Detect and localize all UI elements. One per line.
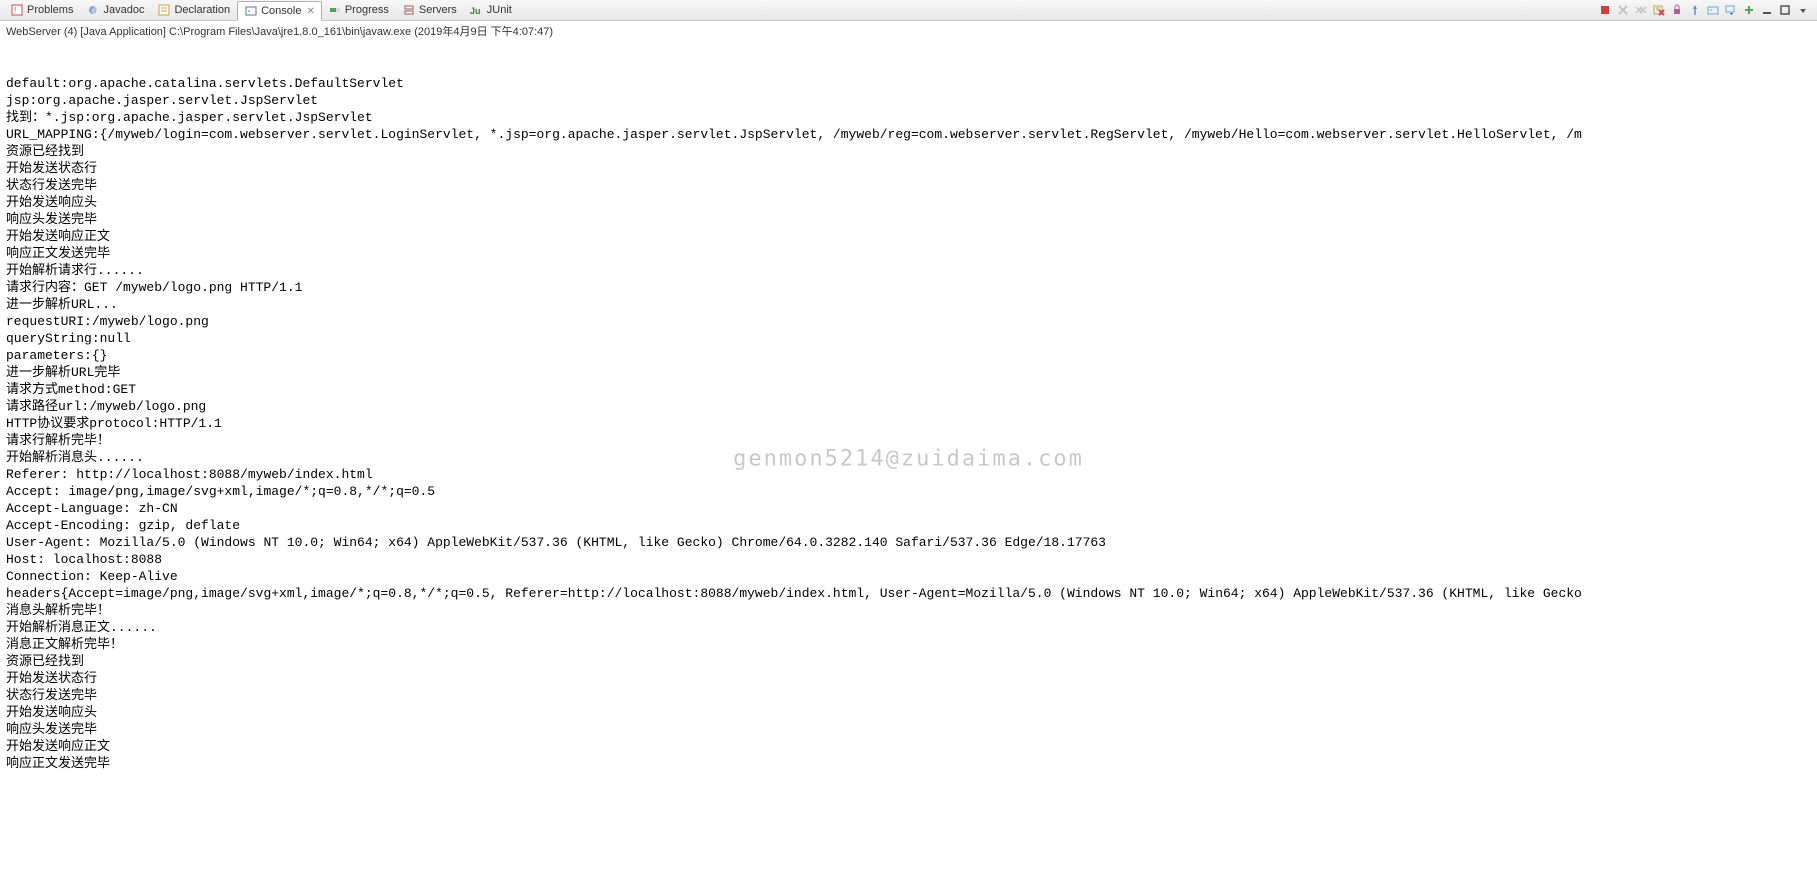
javadoc-icon: @ bbox=[86, 3, 100, 17]
scroll-lock-icon[interactable] bbox=[1669, 2, 1685, 18]
tab-problems[interactable]: ! Problems bbox=[4, 1, 80, 19]
close-icon[interactable]: ✕ bbox=[306, 6, 314, 17]
tab-junit[interactable]: Ju JUnit bbox=[464, 1, 519, 19]
launch-timestamp: (2019年4月9日 下午4:07:47) bbox=[414, 26, 553, 38]
tab-label: JUnit bbox=[487, 4, 512, 16]
eclipse-console-view: ! Problems @ Javadoc Declaration Console… bbox=[0, 0, 1817, 877]
junit-icon: Ju bbox=[470, 3, 484, 17]
console-output[interactable]: default:org.apache.catalina.servlets.Def… bbox=[0, 41, 1817, 877]
tab-label: Progress bbox=[345, 4, 389, 16]
console-icon bbox=[244, 4, 258, 18]
tab-label: Declaration bbox=[174, 4, 230, 16]
progress-icon bbox=[328, 3, 342, 17]
new-console-view-icon[interactable] bbox=[1741, 2, 1757, 18]
tab-label: Problems bbox=[27, 4, 73, 16]
declaration-icon bbox=[157, 3, 171, 17]
display-selected-console-icon[interactable] bbox=[1705, 2, 1721, 18]
tab-javadoc[interactable]: @ Javadoc bbox=[80, 1, 151, 19]
open-console-dropdown-icon[interactable] bbox=[1723, 2, 1739, 18]
minimize-icon[interactable] bbox=[1759, 2, 1775, 18]
remove-all-terminated-icon bbox=[1633, 2, 1649, 18]
pin-console-icon[interactable] bbox=[1687, 2, 1703, 18]
svg-text:!: ! bbox=[14, 6, 16, 15]
tab-label: Console bbox=[261, 5, 301, 17]
svg-text:@: @ bbox=[92, 8, 99, 15]
launch-path: C:\Program Files\Java\jre1.8.0_161\bin\j… bbox=[169, 26, 411, 38]
clear-icon[interactable] bbox=[1651, 2, 1667, 18]
tab-label: Servers bbox=[419, 4, 457, 16]
view-menu-icon[interactable] bbox=[1795, 2, 1811, 18]
maximize-icon[interactable] bbox=[1777, 2, 1793, 18]
problems-icon: ! bbox=[10, 3, 24, 17]
tab-declaration[interactable]: Declaration bbox=[151, 1, 237, 19]
servers-icon bbox=[402, 3, 416, 17]
terminate-icon[interactable] bbox=[1597, 2, 1613, 18]
tab-console[interactable]: Console ✕ bbox=[237, 1, 322, 21]
tab-servers[interactable]: Servers bbox=[396, 1, 464, 19]
console-toolbar bbox=[1597, 2, 1817, 18]
svg-text:Ju: Ju bbox=[470, 6, 481, 16]
tab-progress[interactable]: Progress bbox=[322, 1, 396, 19]
view-tabbar: ! Problems @ Javadoc Declaration Console… bbox=[0, 0, 1817, 21]
console-text: default:org.apache.catalina.servlets.Def… bbox=[6, 75, 1811, 772]
launch-info-bar: WebServer (4) [Java Application] C:\Prog… bbox=[0, 21, 1817, 41]
remove-launch-icon bbox=[1615, 2, 1631, 18]
launch-title: WebServer (4) [Java Application] bbox=[6, 26, 166, 38]
tab-label: Javadoc bbox=[103, 4, 144, 16]
